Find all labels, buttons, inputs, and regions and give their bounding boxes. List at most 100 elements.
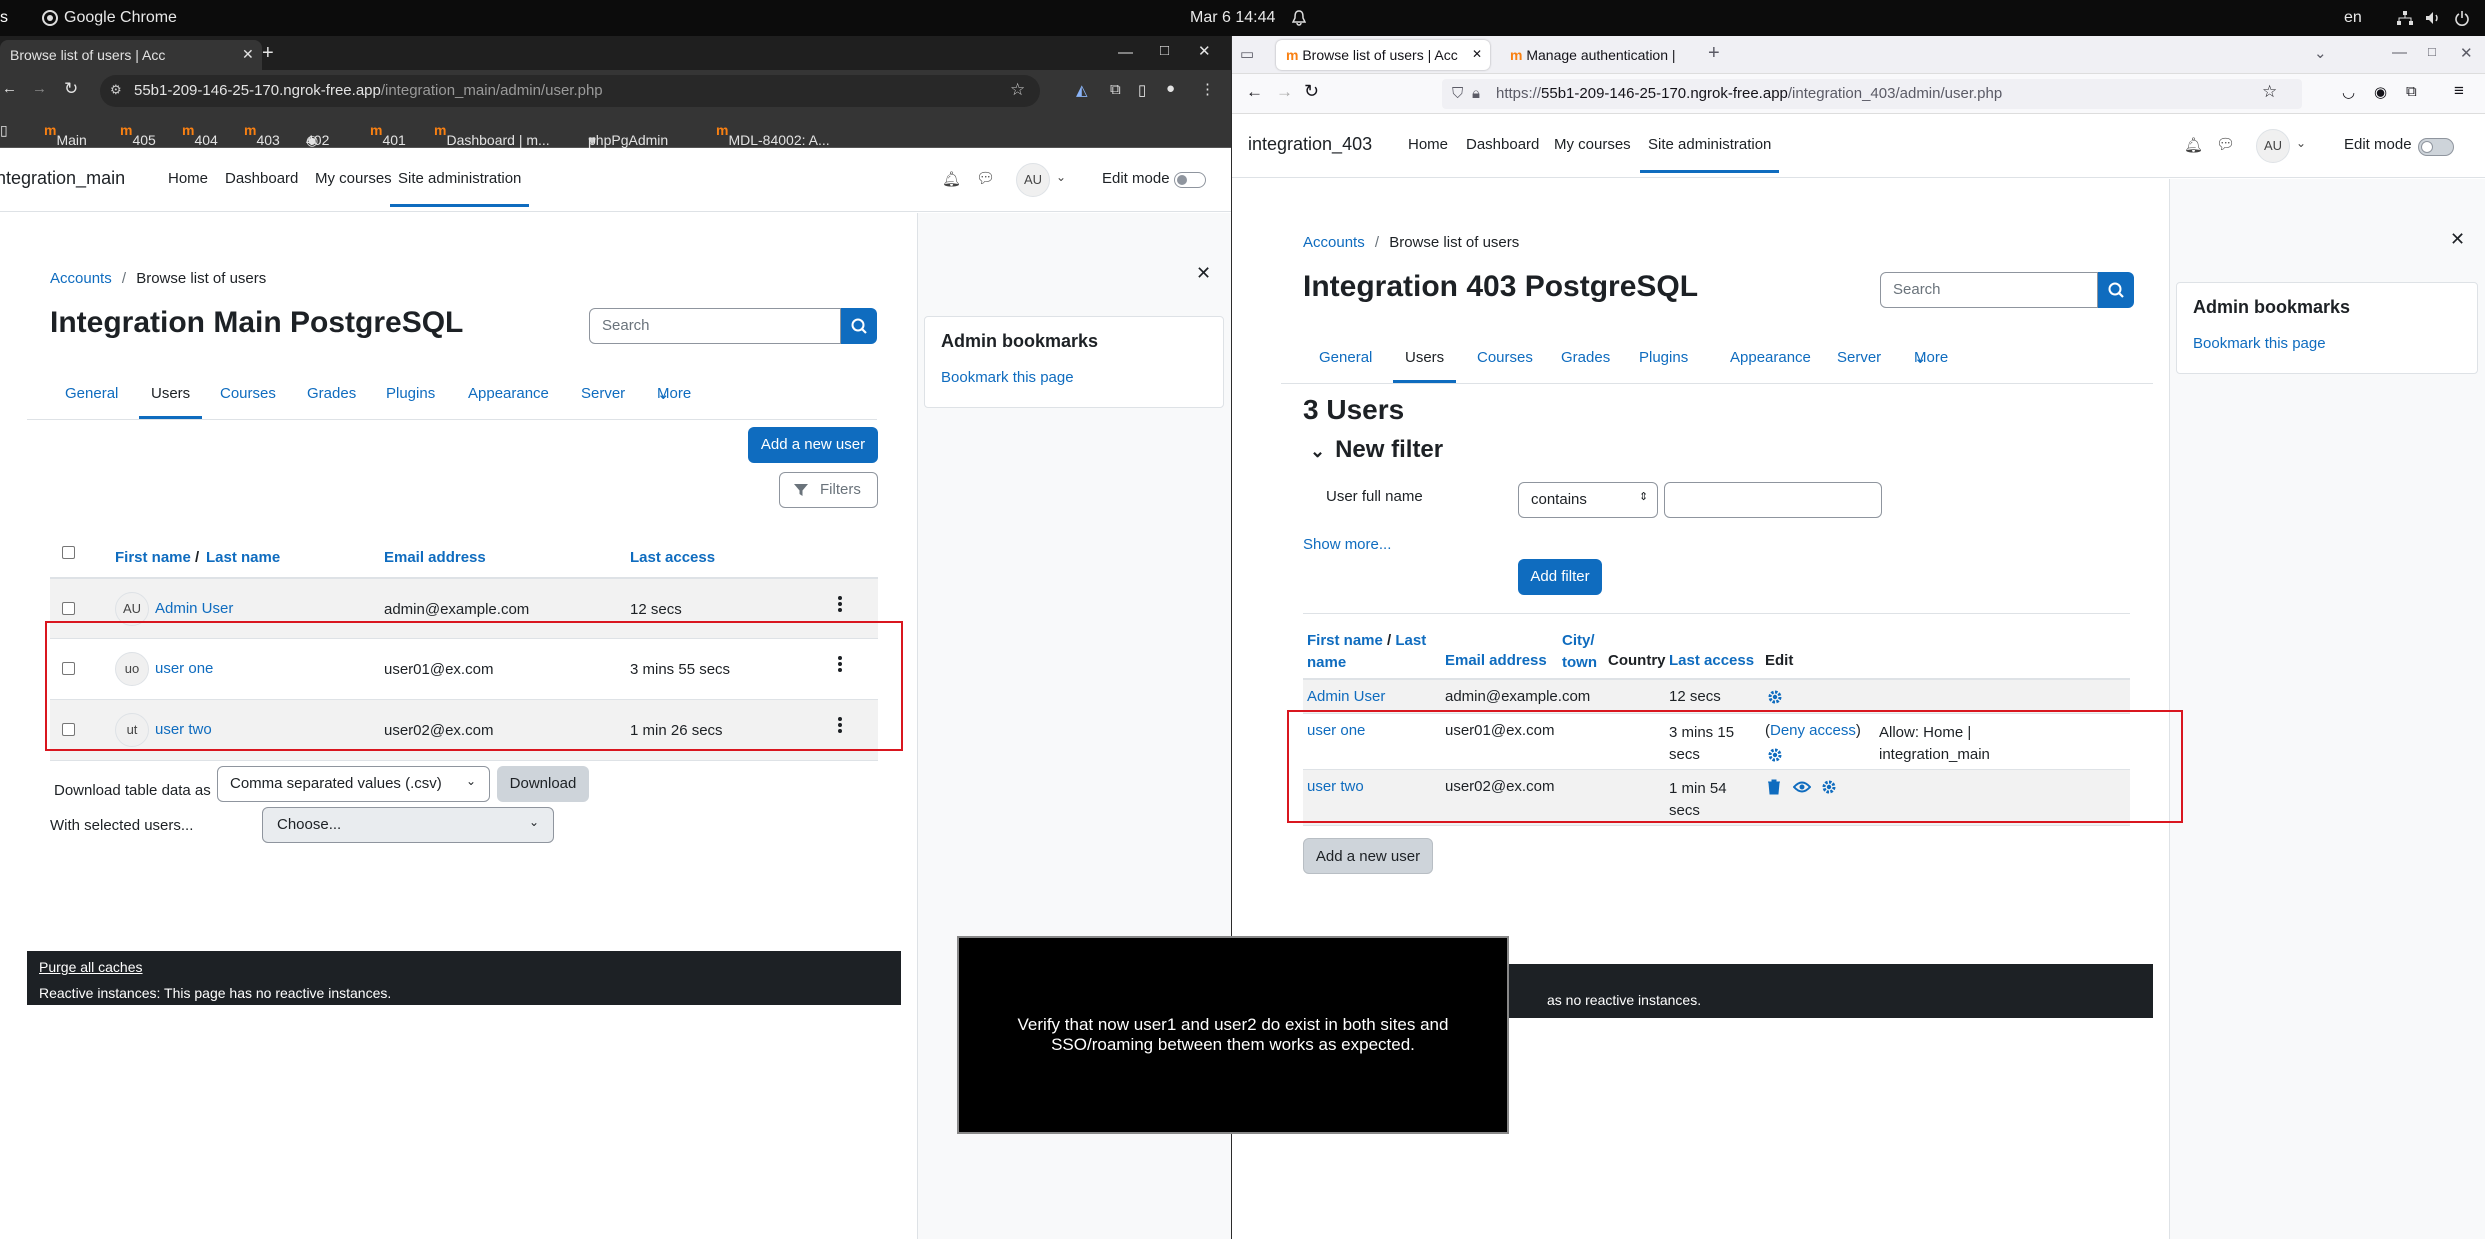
tab-general[interactable]: General: [1319, 349, 1372, 366]
nav-dashboard[interactable]: Dashboard: [1466, 136, 1539, 153]
settings-gear-icon[interactable]: [1767, 689, 1783, 705]
notifications-bell-icon[interactable]: 🔔︎: [2184, 136, 2203, 154]
tab-appearance[interactable]: Appearance: [468, 385, 549, 402]
bookmark-mdl[interactable]: m MDL-84002: A...: [716, 122, 830, 148]
filter-operator-select[interactable]: contains ⇕: [1518, 482, 1658, 518]
network-icon[interactable]: [2396, 10, 2414, 26]
add-filter-button[interactable]: Add filter: [1518, 559, 1602, 595]
edit-mode-toggle[interactable]: [2418, 138, 2454, 156]
maximize-icon[interactable]: □: [1160, 42, 1169, 59]
column-first-name[interactable]: First name: [1307, 632, 1383, 649]
bookmark-star-icon[interactable]: ☆: [1010, 80, 1025, 100]
select-all-checkbox[interactable]: [62, 546, 75, 559]
nav-my-courses[interactable]: My courses: [1554, 136, 1631, 153]
column-city[interactable]: City/: [1562, 632, 1595, 649]
messages-icon[interactable]: 💬︎: [976, 169, 995, 187]
close-tab-icon[interactable]: ✕: [242, 46, 254, 63]
tab-users[interactable]: Users: [139, 385, 203, 419]
firefox-tab-manage-auth[interactable]: m Manage authentication |: [1500, 40, 1700, 70]
nav-site-administration[interactable]: Site administration: [1640, 136, 1780, 173]
user-avatar[interactable]: AU: [2256, 129, 2290, 163]
search-button[interactable]: [841, 308, 877, 344]
tab-plugins[interactable]: Plugins: [1639, 349, 1688, 366]
user-link[interactable]: Admin User: [1307, 688, 1385, 705]
language-indicator[interactable]: en: [2344, 9, 2362, 27]
bookmark-this-page-link[interactable]: Bookmark this page: [2193, 335, 2326, 352]
site-info-icon[interactable]: ⚙: [110, 82, 122, 98]
close-tab-icon[interactable]: ✕: [1472, 47, 1483, 61]
user-menu-chevron-icon[interactable]: ⌄: [2296, 136, 2306, 150]
power-icon[interactable]: [2454, 10, 2470, 26]
search-input[interactable]: Search: [1880, 272, 2098, 308]
site-name[interactable]: integration_403: [1248, 134, 1372, 155]
pocket-icon[interactable]: ◡: [2342, 83, 2355, 101]
nav-site-administration[interactable]: Site administration: [390, 170, 530, 207]
extension-icon[interactable]: ◭: [1076, 81, 1088, 99]
close-window-icon[interactable]: ✕: [1198, 42, 1211, 60]
purge-caches-link[interactable]: Purge all caches: [39, 959, 143, 975]
column-last-access[interactable]: Last access: [630, 549, 715, 566]
forward-icon[interactable]: →: [32, 80, 47, 97]
bookmark-401[interactable]: m 401: [370, 122, 406, 148]
user-menu-chevron-icon[interactable]: ⌄: [1056, 170, 1066, 184]
column-last-name[interactable]: Last: [1395, 632, 1426, 649]
search-input[interactable]: Search: [589, 308, 841, 344]
column-last-name-wrap[interactable]: name: [1307, 654, 1346, 671]
bookmark-403[interactable]: m 403: [244, 122, 280, 148]
notifications-bell-icon[interactable]: 🔔︎: [942, 170, 961, 188]
tab-server[interactable]: Server: [581, 385, 625, 402]
add-new-user-button[interactable]: Add a new user: [748, 427, 878, 463]
forward-icon[interactable]: →: [1276, 82, 1293, 102]
back-icon[interactable]: ←: [1246, 82, 1263, 102]
column-city-wrap[interactable]: town: [1562, 654, 1597, 671]
column-last-name[interactable]: Last name: [206, 549, 280, 566]
nav-my-courses[interactable]: My courses: [315, 170, 392, 187]
chrome-tab-browse-users[interactable]: Browse list of users | Acc ✕: [0, 40, 262, 70]
bookmark-star-icon[interactable]: ☆: [2262, 82, 2277, 102]
url-input[interactable]: ⛉ 🔒︎ https://55b1-209-146-25-170.ngrok-f…: [1442, 79, 2302, 109]
row-checkbox[interactable]: [62, 602, 75, 615]
profile-icon[interactable]: ●: [1166, 80, 1175, 97]
user-link[interactable]: Admin User: [155, 600, 233, 617]
url-input[interactable]: ⚙ 55b1-209-146-25-170.ngrok-free.app/int…: [100, 75, 1040, 107]
filters-button[interactable]: Filters: [779, 472, 878, 508]
bookmark-this-page-link[interactable]: Bookmark this page: [941, 369, 1074, 386]
app-name[interactable]: Google Chrome: [64, 9, 177, 27]
list-tabs-icon[interactable]: ⌄: [2314, 44, 2327, 62]
breadcrumb-accounts[interactable]: Accounts: [1303, 234, 1365, 251]
tab-more[interactable]: More ⌄: [1914, 349, 1948, 367]
show-more-link[interactable]: Show more...: [1303, 536, 1391, 553]
filter-value-input[interactable]: [1664, 482, 1882, 518]
reload-icon[interactable]: ↻: [1304, 81, 1319, 102]
breadcrumb-accounts[interactable]: Accounts: [50, 270, 112, 287]
add-new-user-button[interactable]: Add a new user: [1303, 838, 1433, 874]
tab-users[interactable]: Users: [1393, 349, 1457, 383]
tab-general[interactable]: General: [65, 385, 118, 402]
close-window-icon[interactable]: ✕: [2460, 44, 2473, 62]
download-button[interactable]: Download: [497, 766, 589, 802]
bookmark-dashboard[interactable]: m Dashboard | m...: [434, 122, 550, 148]
column-email[interactable]: Email address: [384, 549, 486, 566]
tab-grades[interactable]: Grades: [307, 385, 356, 402]
minimize-icon[interactable]: —: [1118, 44, 1133, 61]
new-tab-icon[interactable]: +: [1708, 42, 1720, 65]
tab-more[interactable]: More ⌄: [657, 385, 691, 403]
chrome-menu-icon[interactable]: ⋮: [1200, 80, 1215, 98]
volume-icon[interactable]: [2424, 10, 2442, 26]
search-button[interactable]: [2098, 272, 2134, 308]
actions-kebab-icon[interactable]: [837, 595, 843, 613]
bookmark-404[interactable]: m 404: [182, 122, 218, 148]
clock[interactable]: Mar 6 14:44: [1190, 9, 1275, 27]
new-filter-toggle[interactable]: ⌄ New filter: [1310, 436, 1443, 464]
tab-server[interactable]: Server: [1837, 349, 1881, 366]
download-format-select[interactable]: Comma separated values (.csv) ⌄: [217, 766, 490, 802]
back-icon[interactable]: ←: [2, 80, 17, 97]
tab-plugins[interactable]: Plugins: [386, 385, 435, 402]
firefox-tab-browse-users[interactable]: m Browse list of users | Acc ✕: [1276, 40, 1490, 70]
nav-home[interactable]: Home: [168, 170, 208, 187]
column-last-access[interactable]: Last access: [1669, 652, 1754, 669]
close-drawer-icon[interactable]: ✕: [2450, 229, 2465, 250]
firefox-view-icon[interactable]: ▭: [1240, 45, 1254, 63]
messages-icon[interactable]: 💬︎: [2216, 135, 2235, 153]
tracking-shield-icon[interactable]: ⛉: [1452, 85, 1463, 102]
